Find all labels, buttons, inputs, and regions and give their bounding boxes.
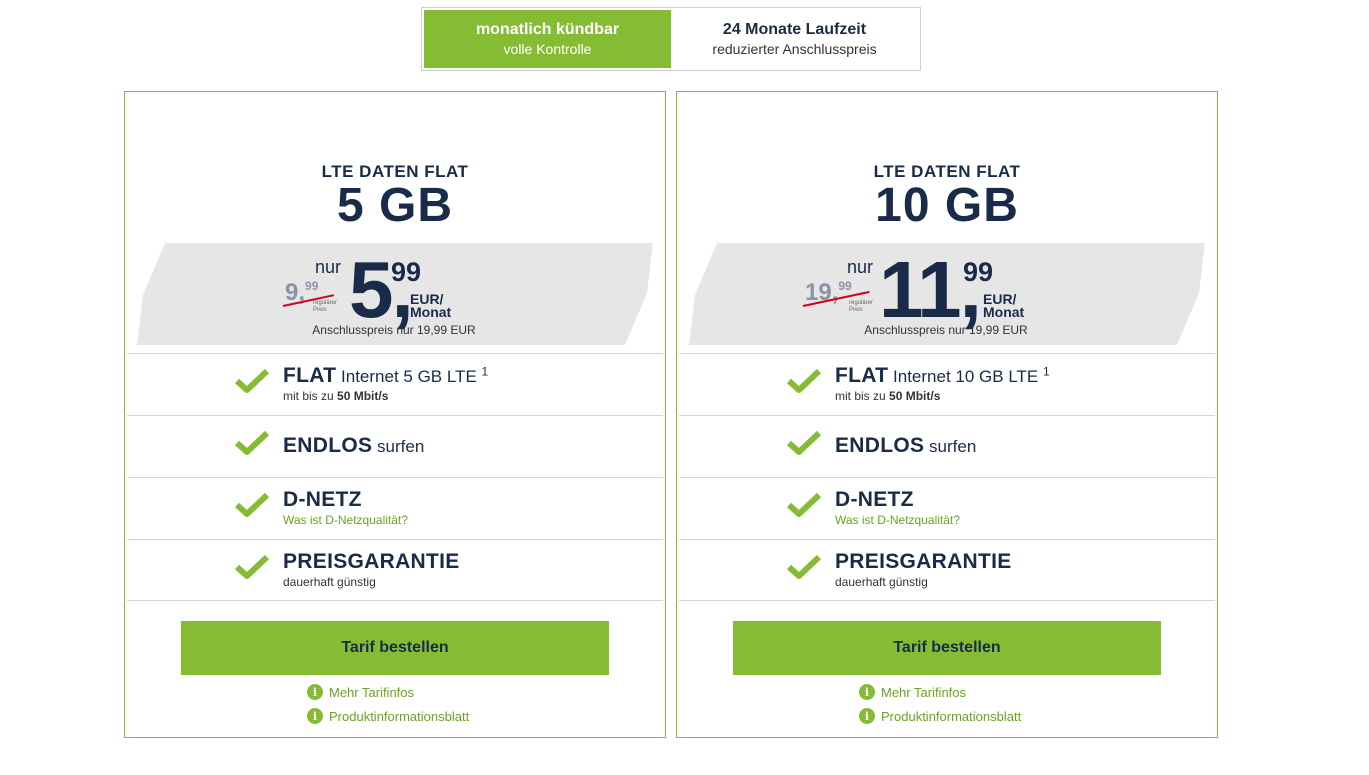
dnetz-info-link[interactable]: Was ist D-Netzqualität? <box>835 513 960 527</box>
feature-list: FLAT Internet 5 GB LTE 1 mit bis zu 50 M… <box>127 353 663 601</box>
toggle-contract-subtitle: reduzierter Anschlusspreis <box>712 41 877 57</box>
feature-endlos-text: surfen <box>929 437 977 456</box>
info-icon: i <box>307 684 323 700</box>
price-unit: EUR/ Monat <box>410 291 452 320</box>
info-icon: i <box>859 684 875 700</box>
regular-price-label: regulärer Preis <box>313 300 338 313</box>
check-icon <box>787 430 821 455</box>
feature-preisgarantie-sub: dauerhaft günstig <box>283 575 376 589</box>
feature-endlos: ENDLOS surfen <box>127 415 663 477</box>
check-icon <box>787 554 821 579</box>
price-cents: 99 <box>391 257 422 287</box>
check-icon <box>235 554 269 579</box>
feature-flat: FLAT Internet 5 GB LTE 1 mit bis zu 50 M… <box>127 353 663 415</box>
feature-flat-speed: 50 Mbit/s <box>889 389 941 403</box>
feature-endlos-text: surfen <box>377 437 425 456</box>
order-button[interactable]: Tarif bestellen <box>181 621 609 675</box>
plan-size: 5 GB <box>336 179 454 232</box>
info-icon: i <box>307 708 323 724</box>
toggle-monthly-option[interactable]: monatlich kündbar volle Kontrolle <box>424 10 671 68</box>
tariff-card-10gb: LTE DATEN FLAT 10 GB 19,99 regulärer Pre… <box>676 91 1218 738</box>
check-icon <box>787 492 821 517</box>
toggle-monthly-subtitle: volle Kontrolle <box>503 41 592 57</box>
feature-flat-title: FLAT <box>835 364 889 387</box>
feature-endlos-title: ENDLOS <box>835 434 925 457</box>
tariff-info-link[interactable]: i Mehr Tarifinfos <box>307 684 414 700</box>
check-icon <box>787 368 821 393</box>
price-unit: EUR/ Monat <box>983 291 1025 320</box>
feature-endlos-title: ENDLOS <box>283 434 373 457</box>
regular-price-label: regulärer Preis <box>849 300 874 313</box>
toggle-contract-title: 24 Monate Laufzeit <box>722 21 867 38</box>
feature-dnetz: D-NETZ Was ist D-Netzqualität? <box>127 477 663 539</box>
nur-label: nur <box>847 257 874 277</box>
feature-preisgarantie-sub: dauerhaft günstig <box>835 575 928 589</box>
footnote-marker: 1 <box>1042 364 1050 379</box>
product-info-sheet-label: Produktinformationsblatt <box>329 708 470 724</box>
toggle-contract-option[interactable]: 24 Monate Laufzeit reduzierter Anschluss… <box>671 10 918 68</box>
dnetz-info-link[interactable]: Was ist D-Netzqualität? <box>283 513 408 527</box>
product-info-sheet-label: Produktinformationsblatt <box>881 708 1022 724</box>
order-button[interactable]: Tarif bestellen <box>733 621 1161 675</box>
feature-flat-sub: mit bis zu <box>283 389 334 403</box>
price-band: 19,99 regulärer Preis nur 11, 99 EUR/ Mo… <box>689 243 1207 345</box>
feature-preisgarantie-title: PREISGARANTIE <box>835 550 1012 573</box>
feature-list: FLAT Internet 10 GB LTE 1 mit bis zu 50 … <box>679 353 1215 601</box>
price-band: 9,99 regulärer Preis nur 5, 99 EUR/ Mona… <box>137 243 655 345</box>
feature-dnetz: D-NETZ Was ist D-Netzqualität? <box>679 477 1215 539</box>
setup-price: Anschlusspreis nur 19,99 EUR <box>312 323 476 337</box>
feature-flat: FLAT Internet 10 GB LTE 1 mit bis zu 50 … <box>679 353 1215 415</box>
toggle-monthly-title: monatlich kündbar <box>475 21 620 38</box>
feature-preisgarantie: PREISGARANTIE dauerhaft günstig <box>127 539 663 601</box>
check-icon <box>235 368 269 393</box>
product-info-sheet-link[interactable]: i Produktinformationsblatt <box>859 708 1021 724</box>
feature-flat-speed: 50 Mbit/s <box>337 389 389 403</box>
price-cents: 99 <box>963 257 994 287</box>
tariff-info-link[interactable]: i Mehr Tarifinfos <box>859 684 966 700</box>
feature-endlos: ENDLOS surfen <box>679 415 1215 477</box>
info-icon: i <box>859 708 875 724</box>
product-info-sheet-link[interactable]: i Produktinformationsblatt <box>307 708 469 724</box>
tariff-info-label: Mehr Tarifinfos <box>881 684 967 700</box>
feature-flat-sub: mit bis zu <box>835 389 886 403</box>
tariff-card-5gb: LTE DATEN FLAT 5 GB 9,99 regulärer Preis… <box>124 91 666 738</box>
contract-toggle: monatlich kündbar volle Kontrolle 24 Mon… <box>421 7 921 71</box>
nur-label: nur <box>315 257 342 277</box>
feature-flat-text: Internet 10 GB LTE <box>893 367 1039 386</box>
setup-price: Anschlusspreis nur 19,99 EUR <box>864 323 1028 337</box>
feature-preisgarantie: PREISGARANTIE dauerhaft günstig <box>679 539 1215 601</box>
feature-dnetz-title: D-NETZ <box>835 488 914 511</box>
check-icon <box>235 492 269 517</box>
feature-flat-title: FLAT <box>283 364 337 387</box>
feature-dnetz-title: D-NETZ <box>283 488 362 511</box>
plan-size: 10 GB <box>875 179 1019 232</box>
check-icon <box>235 430 269 455</box>
feature-flat-text: Internet 5 GB LTE <box>341 367 477 386</box>
footnote-marker: 1 <box>481 364 489 379</box>
tariff-info-label: Mehr Tarifinfos <box>329 684 415 700</box>
feature-preisgarantie-title: PREISGARANTIE <box>283 550 460 573</box>
